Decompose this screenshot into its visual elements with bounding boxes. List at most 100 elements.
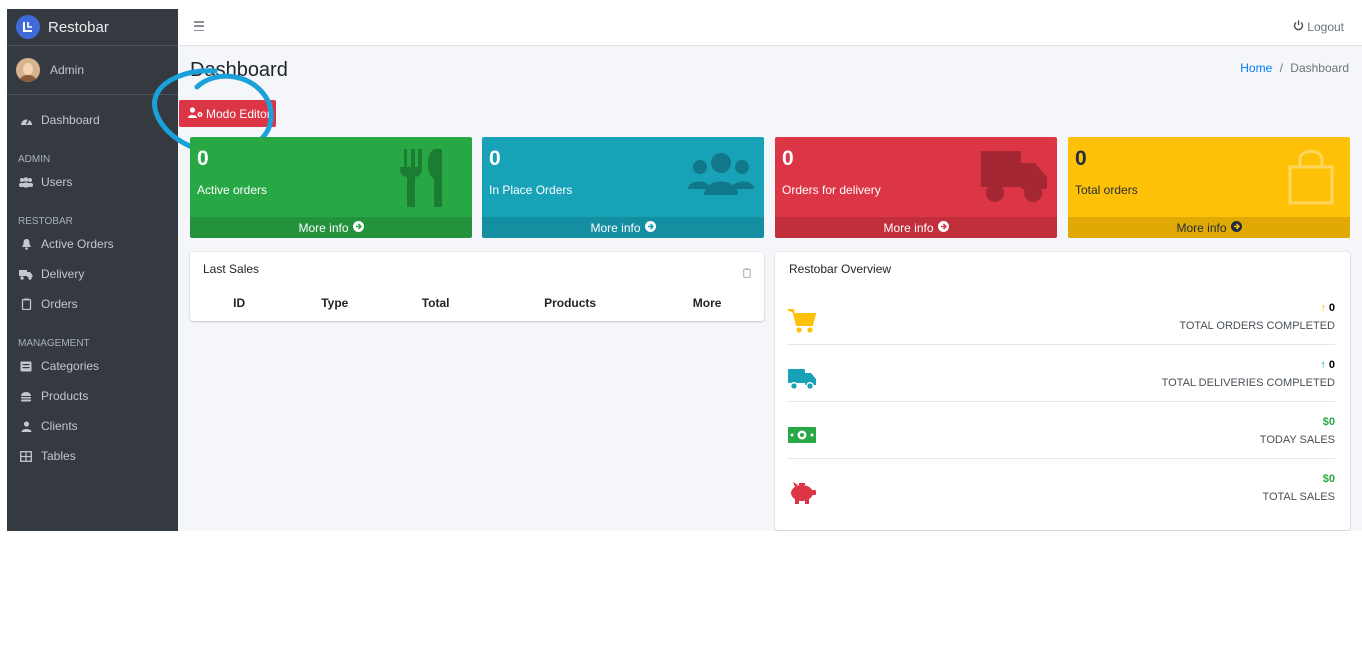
card-title: Last Sales [203,262,260,276]
shopping-cart-icon [788,309,817,333]
column-header: Type [321,296,349,310]
piggy-bank-icon [791,482,816,504]
stat-label: Active orders [197,183,268,197]
overview-value: ↑ 0 [1320,359,1335,371]
sidebar-item-label: Delivery [41,267,85,281]
divider [787,458,1335,459]
tachometer-icon [19,114,33,126]
users-icon [19,176,33,188]
sidebar-item-active-orders[interactable]: Active Orders [7,229,178,259]
nav-header-admin: ADMIN [18,154,51,165]
hamburger-food-icon [19,390,33,402]
sidebar-item-label: Clients [41,419,78,433]
truck-icon [19,268,33,280]
user-panel[interactable]: Admin [7,46,178,95]
overview-value-text: 0 [1328,302,1335,314]
stat-value: 0 [782,147,794,170]
sidebar: Restobar Admin Dashboard ADMIN Users RES… [7,9,178,531]
clipboard-icon [19,298,33,310]
more-info-link[interactable]: More info [482,217,764,238]
arrow-circle-right-icon [644,220,656,235]
avatar [16,58,40,82]
overview-value: ↑ 0 [1320,302,1335,314]
brand-name: Restobar [48,18,109,36]
brand-link[interactable]: Restobar [7,9,178,46]
power-icon [1293,20,1304,34]
nav-header-restobar: RESTOBAR [18,216,73,227]
truck-icon [788,369,816,390]
breadcrumb-separator: / [1279,61,1283,75]
overview-label: TOTAL ORDERS COMPLETED [1179,320,1335,332]
truck-icon [981,151,1047,202]
arrow-circle-right-icon [1230,220,1242,235]
user-name: Admin [50,63,85,77]
more-info-link[interactable]: More info [775,217,1057,238]
clipboard-icon[interactable] [743,265,751,283]
logout-label: Logout [1307,20,1344,34]
sidebar-item-users[interactable]: Users [7,167,178,197]
page-title: Dashboard [190,59,288,81]
modo-editor-label: Modo Editor [206,106,271,121]
table-grid-icon [19,450,33,462]
last-sales-card: Last Sales ID Type Total Products More [190,252,764,321]
breadcrumb-home-link[interactable]: Home [1240,61,1272,75]
sidebar-item-label: Categories [41,359,100,373]
modo-editor-button[interactable]: Modo Editor [179,100,276,127]
restobar-logo-icon [16,15,40,39]
more-info-label: More info [883,220,934,235]
stat-box-in-place-orders: 0 In Place Orders More info [482,137,764,238]
sidebar-item-label: Orders [41,297,78,311]
overview-label: TOTAL DELIVERIES COMPLETED [1161,377,1335,389]
column-header: More [692,296,722,310]
menu-toggle-icon[interactable] [194,21,204,31]
nav-header-management: MANAGEMENT [18,338,90,349]
overview-row-total-sales: $0 TOTAL SALES [787,467,1335,523]
overview-value: $0 [1322,416,1335,428]
column-header: Total [421,296,450,310]
more-info-label: More info [298,220,349,235]
arrow-circle-right-icon [937,220,949,235]
more-info-label: More info [590,220,641,235]
restobar-overview-card: Restobar Overview ↑ 0 TOTAL ORDERS COMPL… [775,252,1350,530]
overview-value: $0 [1322,473,1335,485]
stat-value: 0 [197,147,209,170]
list-alt-icon [19,360,33,372]
column-header: Products [544,296,597,310]
stat-value: 0 [1075,147,1087,170]
card-title: Restobar Overview [789,262,892,276]
divider [787,344,1335,345]
logout-button[interactable]: Logout [1293,20,1344,34]
column-header: ID [233,296,246,310]
sidebar-item-dashboard[interactable]: Dashboard [7,105,178,135]
money-bill-icon [788,427,816,443]
stat-label: Total orders [1075,183,1138,197]
stat-value: 0 [489,147,501,170]
more-info-label: More info [1176,220,1227,235]
arrow-up-icon: ↑ [1320,359,1326,371]
stat-box-orders-for-delivery: 0 Orders for delivery More info [775,137,1057,238]
sidebar-item-tables[interactable]: Tables [7,441,178,471]
sidebar-item-orders[interactable]: Orders [7,289,178,319]
more-info-link[interactable]: More info [1068,217,1350,238]
app-window: Restobar Admin Dashboard ADMIN Users RES… [7,9,1362,531]
sidebar-item-label: Active Orders [41,237,114,251]
shopping-bag-icon [1288,150,1334,205]
users-icon [688,153,754,195]
sidebar-item-delivery[interactable]: Delivery [7,259,178,289]
sidebar-item-label: Tables [41,449,76,463]
stat-label: Orders for delivery [782,183,881,197]
overview-value-text: 0 [1328,359,1335,371]
arrow-circle-right-icon [352,220,364,235]
topbar: Logout [178,9,1362,46]
sidebar-item-label: Users [41,175,73,189]
divider [787,401,1335,402]
sidebar-item-categories[interactable]: Categories [7,351,178,381]
more-info-link[interactable]: More info [190,217,472,238]
sidebar-item-clients[interactable]: Clients [7,411,178,441]
stat-box-active-orders: 0 Active orders More info [190,137,472,238]
sidebar-item-products[interactable]: Products [7,381,178,411]
bell-icon [19,238,33,250]
breadcrumb: Home / Dashboard [1240,61,1349,75]
breadcrumb-current: Dashboard [1290,61,1349,75]
overview-label: TODAY SALES [1259,434,1335,446]
